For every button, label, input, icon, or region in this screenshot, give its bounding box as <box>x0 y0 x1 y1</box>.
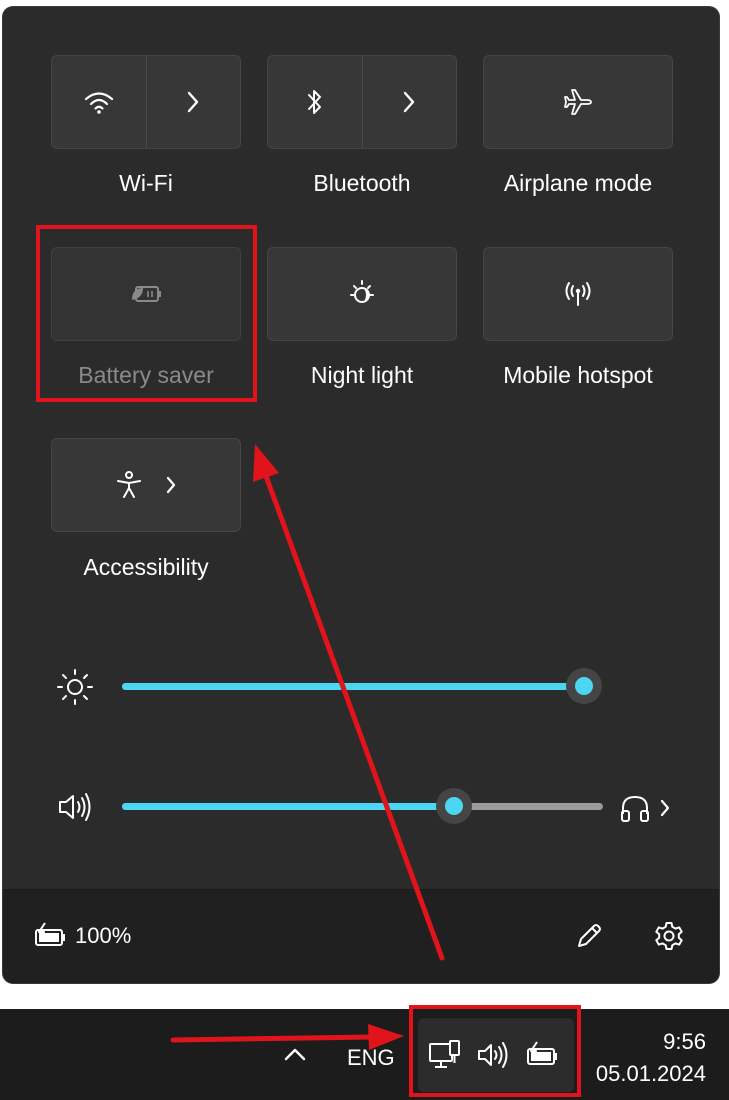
clock-time[interactable]: 9:56 <box>663 1029 706 1055</box>
chevron-right-icon <box>404 91 415 113</box>
brightness-slider[interactable] <box>122 668 602 704</box>
settings-button[interactable] <box>651 918 687 954</box>
chevron-right-icon <box>660 799 670 817</box>
show-hidden-icons-button[interactable] <box>280 1042 310 1066</box>
chevron-up-icon <box>284 1048 306 1061</box>
wifi-expand-button[interactable] <box>145 56 241 148</box>
accessibility-icon <box>117 471 141 498</box>
airplane-icon <box>564 89 592 115</box>
gear-icon <box>655 922 683 950</box>
accessibility-tile[interactable] <box>51 438 241 532</box>
bluetooth-tile[interactable] <box>267 55 457 149</box>
quick-settings-footer: 100% <box>3 889 719 983</box>
pencil-icon <box>578 924 601 947</box>
bluetooth-label: Bluetooth <box>313 170 411 196</box>
speaker-icon <box>59 793 91 821</box>
bluetooth-icon <box>307 90 321 114</box>
clock-date[interactable]: 05.01.2024 <box>596 1061 706 1087</box>
audio-output-button[interactable] <box>619 790 679 826</box>
volume-slider-fill <box>122 803 454 810</box>
bluetooth-toggle[interactable] <box>268 56 362 148</box>
wifi-icon <box>84 92 113 114</box>
battery-percentage: 100% <box>75 923 132 948</box>
wifi-toggle[interactable] <box>52 56 146 148</box>
quick-settings-panel: Wi-Fi Bluetooth Airplane mode Battery sa… <box>3 7 719 983</box>
system-tray-highlight <box>409 1005 581 1097</box>
battery-charging-icon <box>35 922 65 946</box>
taskbar: ENG 9:56 05.01.2024 <box>0 1009 729 1100</box>
volume-slider-thumb[interactable] <box>435 788 472 824</box>
airplane-mode-tile[interactable] <box>483 55 673 149</box>
mobile-hotspot-tile[interactable] <box>483 247 673 341</box>
hotspot-icon <box>565 282 591 306</box>
night-light-tile[interactable] <box>267 247 457 341</box>
bluetooth-expand-button[interactable] <box>361 56 457 148</box>
airplane-mode-label: Airplane mode <box>503 170 653 196</box>
language-indicator[interactable]: ENG <box>347 1045 395 1071</box>
battery-saver-highlight <box>36 225 257 402</box>
chevron-right-icon <box>188 91 199 113</box>
night-light-icon <box>350 280 374 303</box>
night-light-label: Night light <box>310 362 414 388</box>
edit-quick-settings-button[interactable] <box>571 918 607 954</box>
wifi-tile[interactable] <box>51 55 241 149</box>
brightness-slider-fill <box>122 683 584 690</box>
mobile-hotspot-label: Mobile hotspot <box>503 362 653 388</box>
chevron-right-icon <box>166 476 176 494</box>
sun-icon <box>57 669 93 705</box>
volume-slider[interactable] <box>122 788 603 824</box>
accessibility-label: Accessibility <box>83 554 209 580</box>
headphones-icon <box>621 795 649 822</box>
brightness-slider-thumb[interactable] <box>566 668 602 704</box>
battery-status[interactable]: 100% <box>33 922 131 950</box>
wifi-label: Wi-Fi <box>119 170 173 196</box>
